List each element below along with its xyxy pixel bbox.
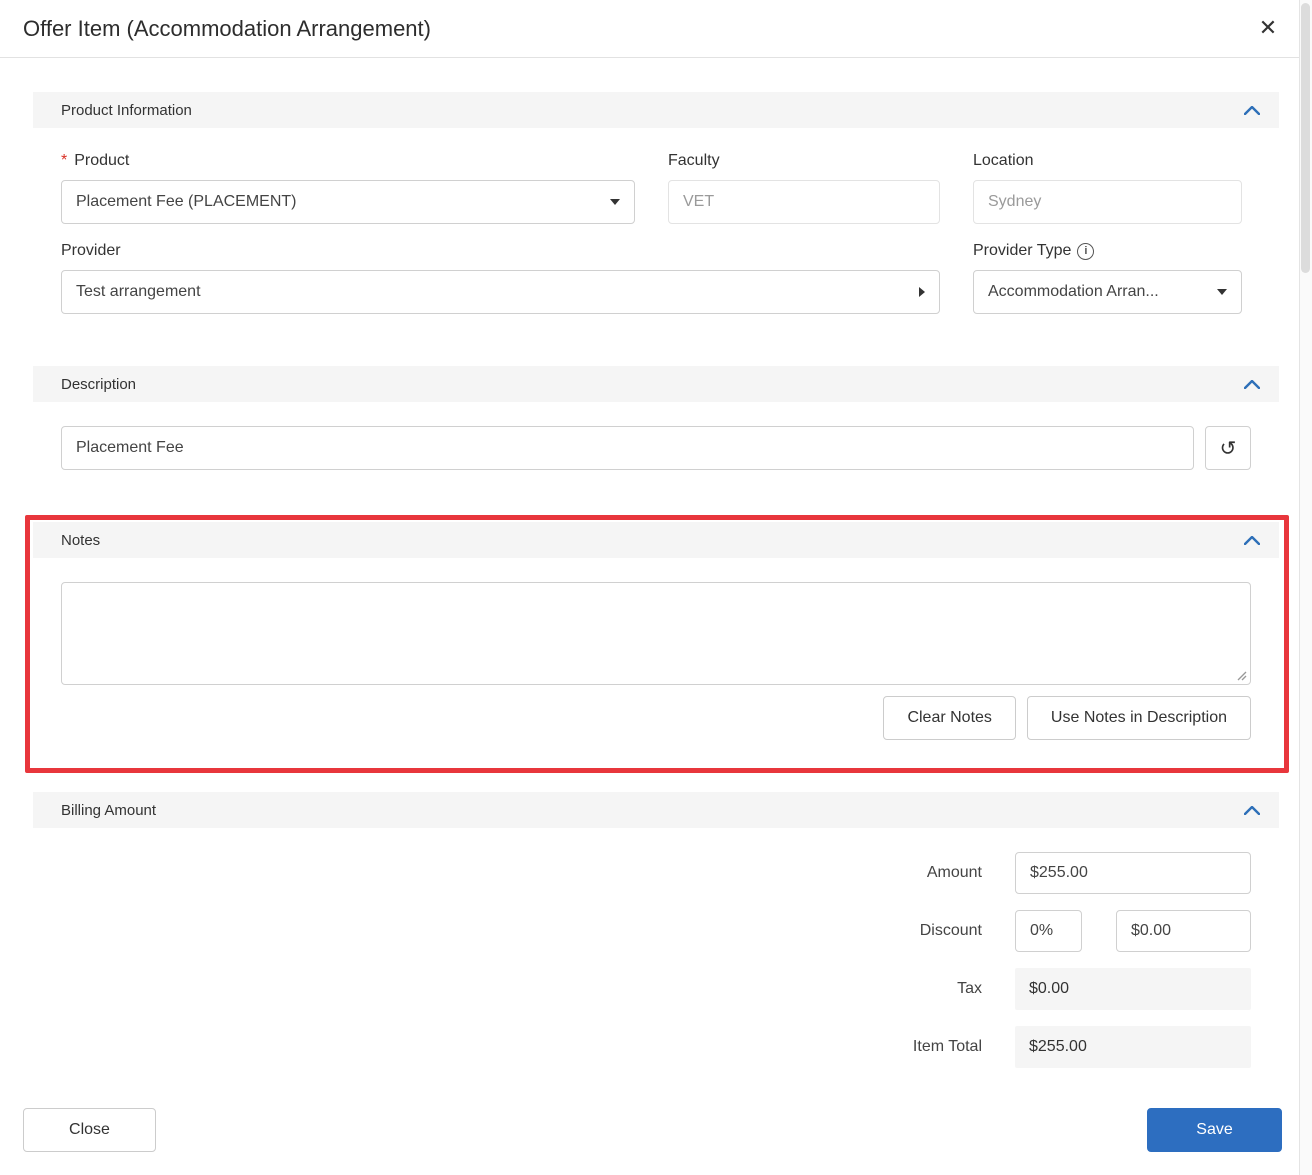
notes-textarea[interactable] xyxy=(61,582,1251,685)
tax-row: Tax $0.00 xyxy=(61,968,1251,1010)
section-billing-amount: Billing Amount Amount Discount Tax $0.00… xyxy=(33,792,1279,1094)
notes-textarea-wrap xyxy=(61,582,1251,685)
chevron-right-icon xyxy=(919,287,925,297)
provider-field-group: Provider Test arrangement xyxy=(61,242,940,314)
use-notes-in-description-button[interactable]: Use Notes in Description xyxy=(1027,696,1251,740)
chevron-down-icon xyxy=(1217,289,1227,295)
provider-type-field-group: Provider Type i Accommodation Arran... xyxy=(973,242,1242,314)
product-field-group: * Product Placement Fee (PLACEMENT) xyxy=(61,152,635,224)
section-product-information: Product Information * Product Placement F… xyxy=(33,92,1279,340)
amount-row: Amount xyxy=(61,852,1251,894)
notes-annotated-region: Notes Clear Notes Use Notes in Descripti… xyxy=(33,522,1279,766)
modal-content: Product Information * Product Placement F… xyxy=(0,58,1312,1094)
discount-label: Discount xyxy=(920,922,982,940)
notes-collapse-icon[interactable] xyxy=(1241,532,1263,548)
section-title-product-information: Product Information xyxy=(61,102,192,119)
provider-label: Provider xyxy=(61,242,940,260)
product-select-value: Placement Fee (PLACEMENT) xyxy=(76,193,600,211)
section-description: Description ↺ xyxy=(33,366,1279,496)
billing-amount-header: Billing Amount xyxy=(33,792,1279,828)
faculty-field-group: Faculty VET xyxy=(668,152,940,224)
notes-body: Clear Notes Use Notes in Description xyxy=(33,558,1279,766)
faculty-label: Faculty xyxy=(668,152,940,170)
faculty-field: VET xyxy=(668,180,940,224)
description-body: ↺ xyxy=(33,402,1279,496)
scrollbar-thumb[interactable] xyxy=(1301,3,1310,273)
provider-type-select[interactable]: Accommodation Arran... xyxy=(973,270,1242,314)
section-title-notes: Notes xyxy=(61,532,100,549)
product-information-collapse-icon[interactable] xyxy=(1241,102,1263,118)
provider-type-label-text: Provider Type xyxy=(973,242,1071,260)
info-icon[interactable]: i xyxy=(1077,243,1094,260)
description-header: Description xyxy=(33,366,1279,402)
product-row-1: * Product Placement Fee (PLACEMENT) Facul… xyxy=(61,152,1251,224)
provider-value: Test arrangement xyxy=(76,283,909,301)
provider-lookup-field[interactable]: Test arrangement xyxy=(61,270,940,314)
section-title-description: Description xyxy=(61,376,136,393)
item-total-row: Item Total $255.00 xyxy=(61,1026,1251,1068)
product-row-2: Provider Test arrangement Provider Type … xyxy=(61,242,1251,314)
close-icon[interactable]: ✕ xyxy=(1252,12,1284,44)
item-total-value: $255.00 xyxy=(1015,1026,1251,1068)
amount-input[interactable] xyxy=(1015,852,1251,894)
product-information-header: Product Information xyxy=(33,92,1279,128)
discount-amount-input[interactable] xyxy=(1116,910,1251,952)
location-field: Sydney xyxy=(973,180,1242,224)
modal-header: Offer Item (Accommodation Arrangement) ✕ xyxy=(0,0,1312,58)
required-asterisk: * xyxy=(61,152,67,170)
product-information-body: * Product Placement Fee (PLACEMENT) Facul… xyxy=(33,128,1279,340)
clear-notes-button[interactable]: Clear Notes xyxy=(883,696,1015,740)
provider-type-value: Accommodation Arran... xyxy=(988,283,1207,301)
discount-percent-input[interactable] xyxy=(1015,910,1082,952)
tax-value: $0.00 xyxy=(1015,968,1251,1010)
close-button[interactable]: Close xyxy=(23,1108,156,1152)
save-button[interactable]: Save xyxy=(1147,1108,1282,1152)
product-select[interactable]: Placement Fee (PLACEMENT) xyxy=(61,180,635,224)
notes-header: Notes xyxy=(33,522,1279,558)
provider-type-label: Provider Type i xyxy=(973,242,1242,260)
location-value: Sydney xyxy=(988,193,1227,211)
reset-description-icon[interactable]: ↺ xyxy=(1205,426,1251,470)
product-label-text: Product xyxy=(74,152,129,170)
billing-amount-body: Amount Discount Tax $0.00 Item Total $25… xyxy=(33,828,1279,1094)
chevron-down-icon xyxy=(610,199,620,205)
item-total-label: Item Total xyxy=(913,1038,982,1056)
notes-buttons-row: Clear Notes Use Notes in Description xyxy=(61,696,1251,740)
description-row: ↺ xyxy=(61,426,1251,470)
modal-footer: Close Save xyxy=(23,1108,1282,1152)
section-title-billing-amount: Billing Amount xyxy=(61,802,156,819)
location-field-group: Location Sydney xyxy=(973,152,1242,224)
amount-label: Amount xyxy=(927,864,982,882)
scrollbar-track[interactable] xyxy=(1299,0,1312,1175)
product-label: * Product xyxy=(61,152,635,170)
faculty-value: VET xyxy=(683,193,925,211)
tax-label: Tax xyxy=(957,980,982,998)
location-label: Location xyxy=(973,152,1242,170)
description-collapse-icon[interactable] xyxy=(1241,376,1263,392)
discount-row: Discount xyxy=(61,910,1251,952)
section-notes: Notes Clear Notes Use Notes in Descripti… xyxy=(33,522,1279,766)
billing-amount-collapse-icon[interactable] xyxy=(1241,802,1263,818)
description-input[interactable] xyxy=(61,426,1194,470)
page-title: Offer Item (Accommodation Arrangement) xyxy=(23,16,431,42)
